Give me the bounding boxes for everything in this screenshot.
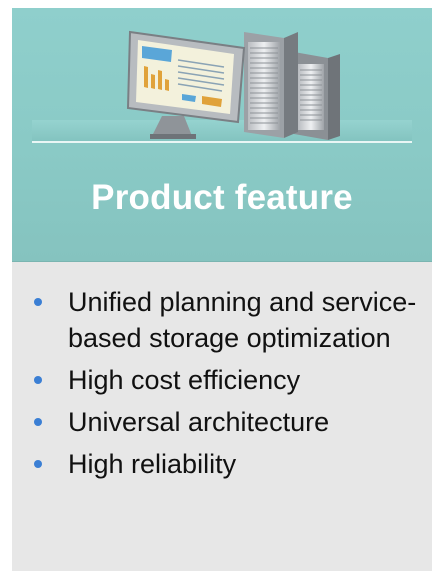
- list-item: High reliability: [34, 446, 424, 482]
- product-feature-card: Product feature Unified planning and ser…: [12, 8, 432, 571]
- bullet-icon: [34, 418, 42, 426]
- page-title: Product feature: [91, 178, 353, 217]
- list-item: Unified planning and service-based stora…: [34, 284, 424, 356]
- feature-text: High reliability: [68, 449, 237, 479]
- bullet-icon: [34, 460, 42, 468]
- feature-list-panel: Unified planning and service-based stora…: [12, 262, 432, 571]
- bullet-icon: [34, 298, 42, 306]
- feature-list: Unified planning and service-based stora…: [34, 284, 424, 488]
- feature-text: High cost efficiency: [68, 365, 301, 395]
- list-item: High cost efficiency: [34, 362, 424, 398]
- feature-text: Unified planning and service-based stora…: [68, 287, 417, 353]
- feature-text: Universal architecture: [68, 407, 330, 437]
- bullet-icon: [34, 376, 42, 384]
- list-item: Universal architecture: [34, 404, 424, 440]
- card-header: Product feature: [12, 8, 432, 262]
- computer-server-illustration-icon: [32, 30, 412, 143]
